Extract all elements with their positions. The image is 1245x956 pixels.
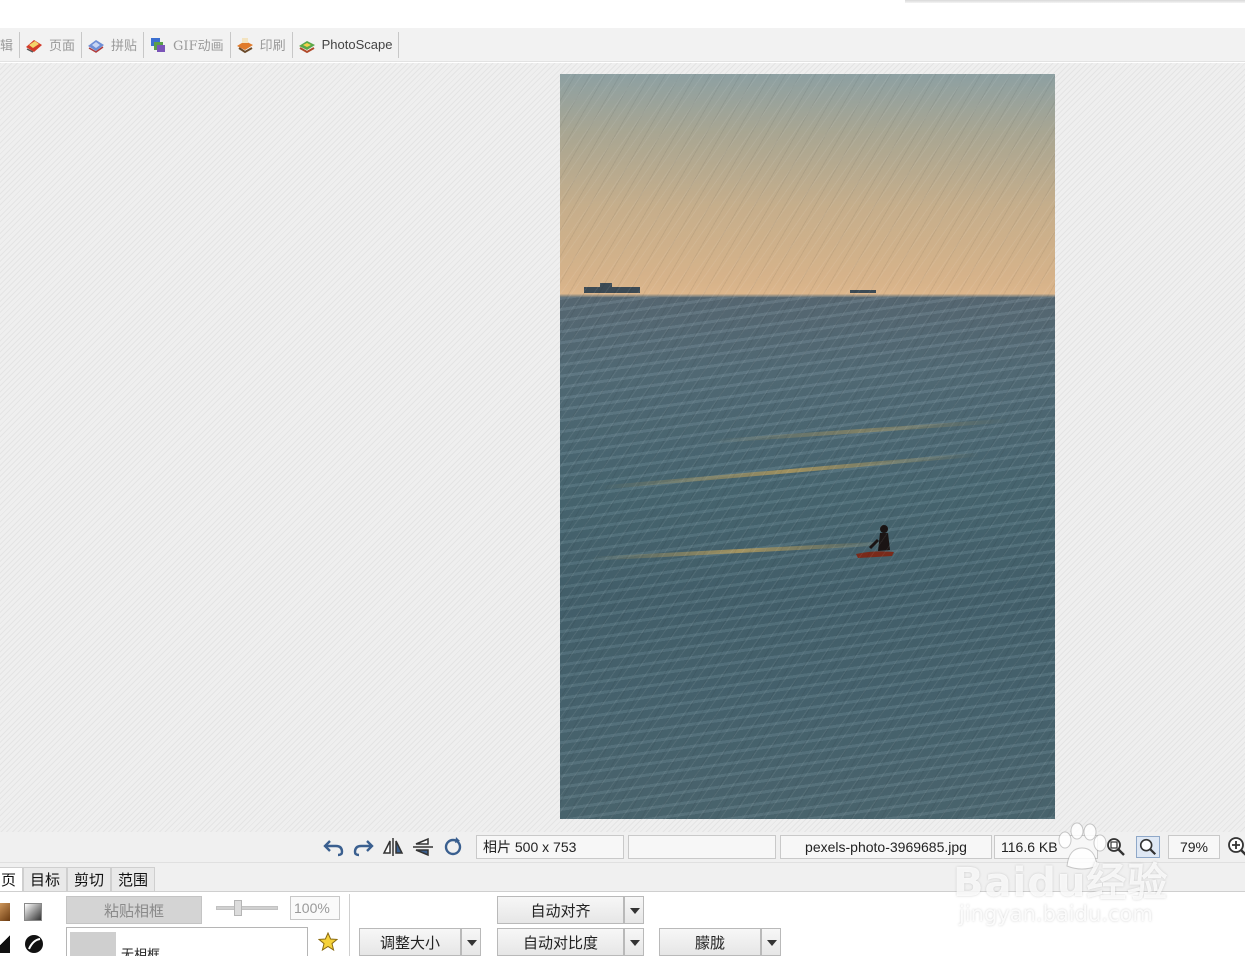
rain-filter-overlay	[560, 74, 1055, 819]
auto-contrast-dropdown-button[interactable]	[624, 928, 644, 956]
zoom-actual-icon[interactable]	[1136, 836, 1160, 858]
photo-size-field: 相片 500 x 753	[476, 835, 624, 859]
blur-dropdown-button[interactable]	[761, 928, 781, 956]
tab-gif[interactable]: GIF动画	[144, 31, 231, 58]
tab-home[interactable]: 页	[0, 867, 24, 891]
auto-contrast-button[interactable]: 自动对比度	[497, 928, 624, 956]
tab-label: PhotoScape	[321, 37, 393, 52]
tab-print[interactable]: 印刷	[231, 31, 293, 58]
auto-level-dropdown-button[interactable]	[624, 896, 644, 924]
flip-horizontal-icon[interactable]	[381, 836, 405, 858]
blur-button[interactable]: 朦胧	[659, 928, 761, 956]
auto-level-button[interactable]: 自动对齐	[497, 896, 624, 924]
filesize-field: 116.6 KB	[994, 835, 1098, 859]
print-icon	[235, 36, 255, 54]
vignette-icon[interactable]	[24, 934, 43, 953]
tab-label: GIF动画	[173, 39, 224, 54]
collage-icon	[86, 36, 106, 54]
tab-editor[interactable]: 辑	[0, 31, 21, 58]
gradient-swatch-icon[interactable]	[24, 903, 42, 921]
tab-page[interactable]: 页面	[20, 31, 83, 58]
tab-label: 页面	[49, 39, 76, 54]
tab-object[interactable]: 目标	[23, 867, 68, 891]
resize-dropdown-button[interactable]	[461, 928, 481, 956]
window-top-strip	[0, 0, 1245, 28]
opacity-slider-thumb[interactable]	[234, 900, 242, 916]
paste-frame-button[interactable]: 粘贴相框	[66, 896, 202, 924]
filename-field: pexels-photo-3969685.jpg	[780, 835, 992, 859]
photo-preview[interactable]	[560, 74, 1055, 819]
module-tabbar: 辑 页面 拼贴 GIF动画 印刷 PhotoScape	[0, 28, 1245, 62]
tab-label: 辑	[0, 39, 14, 54]
top-shadow	[905, 0, 1245, 3]
tab-range[interactable]: 范围	[111, 867, 156, 891]
gif-icon	[148, 36, 168, 54]
frame-select-label: 无相框	[121, 947, 161, 956]
opacity-field[interactable]: 100%	[290, 896, 340, 920]
flip-vertical-icon[interactable]	[411, 836, 435, 858]
tab-label: 印刷	[259, 39, 286, 54]
info-field	[628, 835, 776, 859]
page-icon	[24, 36, 44, 54]
opacity-slider[interactable]	[216, 900, 278, 916]
status-bar: 相片 500 x 753 pexels-photo-3969685.jpg 11…	[0, 832, 1245, 862]
photoscape-icon	[297, 36, 317, 54]
tab-crop[interactable]: 剪切	[67, 867, 112, 891]
editor-tabs: 页 目标 剪切 范围	[0, 867, 156, 891]
editor-panel-body: 粘贴相框 100% 无相框 调整大小 自动对齐 自动对比度 朦胧	[0, 891, 1245, 956]
rotate-icon[interactable]	[441, 836, 465, 858]
panel-divider	[349, 894, 350, 956]
frame-select[interactable]: 无相框	[66, 927, 308, 956]
zoom-fit-icon[interactable]	[1104, 836, 1128, 858]
editor-panel: 页 目标 剪切 范围 粘贴相框 100% 无相框 调整大小 自动对齐 自动对比度…	[0, 862, 1245, 956]
tab-label: 拼贴	[111, 39, 138, 54]
redo-icon[interactable]	[351, 836, 375, 858]
frame-thumbnail	[70, 932, 116, 956]
resize-button[interactable]: 调整大小	[359, 928, 461, 956]
contrast-icon[interactable]	[0, 935, 10, 953]
undo-icon[interactable]	[322, 836, 346, 858]
zoom-level-field: 79%	[1168, 835, 1220, 859]
tab-photoscape[interactable]: PhotoScape	[293, 31, 400, 58]
zoom-in-icon[interactable]	[1226, 836, 1245, 858]
tone-swatch-icon[interactable]	[0, 903, 10, 921]
star-icon[interactable]	[317, 931, 339, 952]
tab-collage[interactable]: 拼贴	[82, 31, 145, 58]
